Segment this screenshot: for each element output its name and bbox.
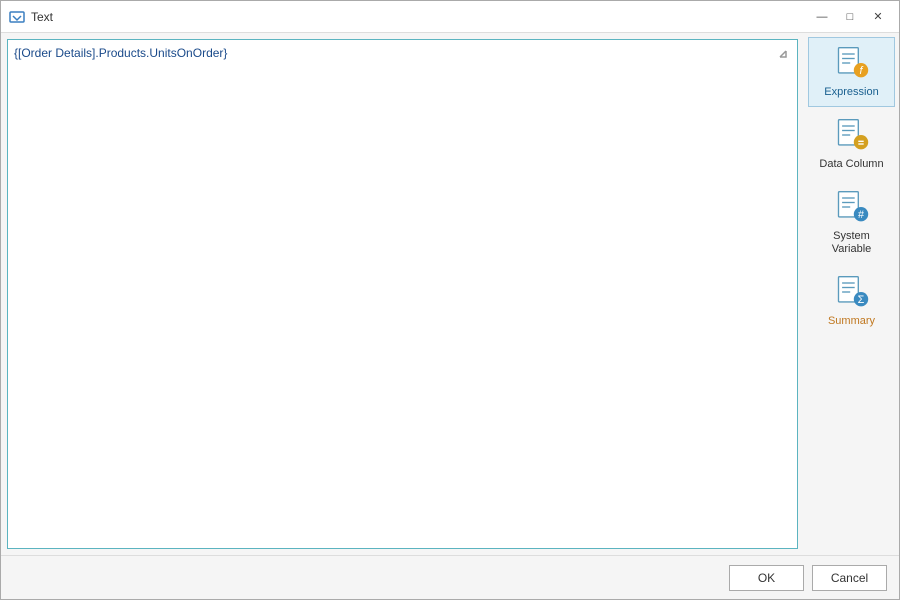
app-icon — [9, 9, 25, 25]
data-column-button[interactable]: Data Column — [808, 109, 895, 179]
footer: OK Cancel — [1, 555, 899, 599]
dialog-body: {[Order Details].Products.UnitsOnOrder} — [1, 33, 899, 555]
expression-icon: f — [834, 45, 870, 81]
window-title: Text — [31, 10, 53, 24]
close-button[interactable]: ✕ — [865, 7, 891, 27]
svg-text:Σ: Σ — [857, 294, 864, 306]
system-variable-icon-container: # — [832, 188, 872, 226]
cancel-button[interactable]: Cancel — [812, 565, 887, 591]
title-bar-left: Text — [9, 9, 53, 25]
summary-label: Summary — [828, 315, 875, 328]
data-column-label: Data Column — [819, 158, 883, 171]
text-dialog: Text — □ ✕ {[Order Details].Products.Uni… — [0, 0, 900, 600]
summary-icon: Σ — [834, 274, 870, 310]
minimize-button[interactable]: — — [809, 7, 835, 27]
expression-icon-container: f — [832, 44, 872, 82]
svg-text:#: # — [858, 209, 864, 221]
summary-icon-container: Σ — [832, 273, 872, 311]
system-variable-label: System Variable — [813, 230, 890, 256]
expression-label: Expression — [824, 86, 878, 99]
main-area: {[Order Details].Products.UnitsOnOrder} — [1, 33, 804, 555]
system-variable-icon: # — [834, 189, 870, 225]
window-controls: — □ ✕ — [809, 7, 891, 27]
data-column-icon — [834, 117, 870, 153]
summary-button[interactable]: Σ Summary — [808, 265, 895, 335]
text-area-container: {[Order Details].Products.UnitsOnOrder} — [7, 39, 798, 549]
system-variable-button[interactable]: # System Variable — [808, 181, 895, 263]
maximize-button[interactable]: □ — [837, 7, 863, 27]
ok-button[interactable]: OK — [729, 565, 804, 591]
title-bar: Text — □ ✕ — [1, 1, 899, 33]
expression-textarea[interactable]: {[Order Details].Products.UnitsOnOrder} — [8, 40, 797, 548]
data-column-icon-container — [832, 116, 872, 154]
expression-button[interactable]: f Expression — [808, 37, 895, 107]
corner-icon — [773, 44, 793, 64]
sidebar: f Expression — [804, 33, 899, 555]
